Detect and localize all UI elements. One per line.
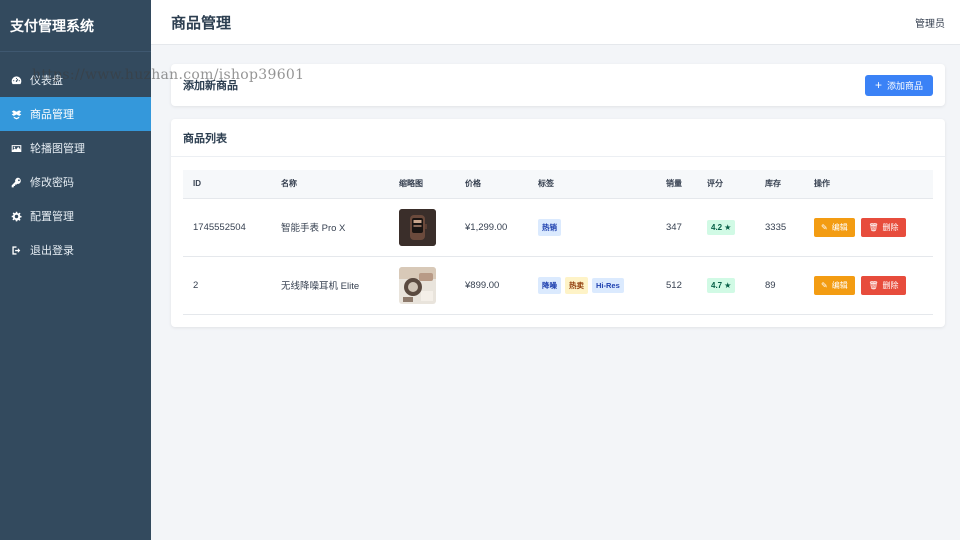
add-product-button-label: 添加商品	[886, 80, 923, 91]
cell-name: 智能手表 Pro X	[271, 198, 389, 257]
tag-badge: 热销	[538, 218, 561, 236]
star-icon: ★	[724, 280, 732, 290]
sidebar-item-label: 退出登录	[30, 245, 74, 257]
sidebar-item-config[interactable]: 配置管理	[0, 199, 151, 233]
table-header-row: ID 名称 缩略图 价格 标签 销量 评分 库存 操作	[183, 170, 933, 199]
col-id: ID	[183, 170, 271, 199]
rating-value: 4.2	[711, 222, 723, 232]
product-thumbnail[interactable]	[399, 266, 436, 304]
cell-name: 无线降噪耳机 Elite	[271, 256, 389, 315]
add-product-title: 添加新商品	[183, 80, 238, 92]
cell-stock: 89	[755, 256, 804, 315]
edit-button[interactable]: ✎ 编辑	[814, 217, 855, 237]
app-brand: 支付管理系统	[0, 0, 151, 52]
cell-sales: 512	[656, 256, 697, 315]
products-icon	[10, 108, 22, 120]
rating-value: 4.7	[711, 280, 723, 290]
trash-icon: 🗑	[868, 280, 879, 290]
col-thumbnail: 缩略图	[389, 170, 455, 199]
product-list-card: 商品列表 ID 名称 缩略图 价格 标签 销量 评分 库存 操作 1745552…	[171, 119, 945, 327]
page-title: 商品管理	[171, 14, 232, 32]
tag-badge: 热卖	[565, 276, 588, 294]
col-actions: 操作	[804, 170, 933, 199]
edit-icon: ✎	[821, 280, 828, 290]
product-list-header: 商品列表	[171, 119, 945, 157]
delete-button-label: 删除	[882, 222, 899, 232]
add-product-button[interactable]: + 添加商品	[864, 74, 933, 96]
sidebar-item-label: 仪表盘	[30, 75, 63, 87]
dashboard-icon	[10, 74, 22, 86]
sidebar-nav: 仪表盘 商品管理 轮播图管理 修改密码 配置管理 退出登录	[0, 52, 151, 267]
table-row: 1745552504 智能手表 Pro X ¥1,299.00 热销 347 4…	[183, 198, 933, 257]
product-table: ID 名称 缩略图 价格 标签 销量 评分 库存 操作 1745552504 智…	[183, 170, 933, 315]
cell-price: ¥1,299.00	[455, 198, 528, 257]
cell-actions: ✎ 编辑 🗑 删除	[804, 256, 933, 315]
cell-id: 1745552504	[183, 198, 271, 257]
product-thumbnail[interactable]	[399, 208, 436, 246]
sidebar-item-password[interactable]: 修改密码	[0, 165, 151, 199]
edit-button-label: 编辑	[831, 280, 848, 290]
image-icon	[10, 142, 22, 154]
sidebar-item-label: 轮播图管理	[30, 143, 85, 155]
logout-icon	[10, 244, 22, 256]
trash-icon: 🗑	[868, 222, 879, 232]
cell-id: 2	[183, 256, 271, 315]
plus-icon: +	[874, 78, 882, 92]
cell-tags: 热销	[528, 198, 656, 257]
cell-tags: 降噪 热卖 Hi-Res	[528, 256, 656, 315]
sidebar-item-products[interactable]: 商品管理	[0, 97, 151, 131]
edit-button-label: 编辑	[831, 222, 848, 232]
col-sales: 销量	[656, 170, 697, 199]
delete-button[interactable]: 🗑 删除	[861, 217, 906, 237]
star-icon: ★	[724, 222, 732, 232]
top-header: 商品管理 管理员	[151, 0, 960, 45]
sidebar-item-carousel[interactable]: 轮播图管理	[0, 131, 151, 165]
col-name: 名称	[271, 170, 389, 199]
sidebar-item-label: 配置管理	[30, 211, 74, 223]
cell-sales: 347	[656, 198, 697, 257]
current-user[interactable]: 管理员	[915, 15, 945, 30]
rating-badge: 4.7 ★	[707, 277, 736, 293]
sidebar-item-label: 修改密码	[30, 177, 74, 189]
cell-rating: 4.2 ★	[697, 198, 755, 257]
cell-stock: 3335	[755, 198, 804, 257]
edit-button[interactable]: ✎ 编辑	[814, 275, 855, 295]
tag-badge: 降噪	[538, 276, 561, 294]
tag-badge: Hi-Res	[592, 277, 624, 293]
key-icon	[10, 176, 22, 188]
col-stock: 库存	[755, 170, 804, 199]
edit-icon: ✎	[821, 222, 828, 232]
product-list-title: 商品列表	[183, 132, 227, 145]
add-product-card: 添加新商品 + 添加商品	[171, 64, 945, 106]
sidebar: 支付管理系统 仪表盘 商品管理 轮播图管理 修改密码 配置管理 退出登录	[0, 0, 151, 540]
cell-price: ¥899.00	[455, 256, 528, 315]
sidebar-item-logout[interactable]: 退出登录	[0, 233, 151, 267]
table-row: 2 无线降噪耳机 Elite ¥899.00 降噪 热卖 Hi-Res 512 …	[183, 256, 933, 315]
cell-rating: 4.7 ★	[697, 256, 755, 315]
cell-thumbnail	[389, 256, 455, 315]
rating-badge: 4.2 ★	[707, 219, 736, 235]
delete-button-label: 删除	[882, 280, 899, 290]
sidebar-item-label: 商品管理	[30, 109, 74, 121]
delete-button[interactable]: 🗑 删除	[861, 275, 906, 295]
col-price: 价格	[455, 170, 528, 199]
col-tags: 标签	[528, 170, 656, 199]
cell-thumbnail	[389, 198, 455, 257]
sidebar-item-dashboard[interactable]: 仪表盘	[0, 63, 151, 97]
cell-actions: ✎ 编辑 🗑 删除	[804, 198, 933, 257]
col-rating: 评分	[697, 170, 755, 199]
gear-icon	[10, 210, 22, 222]
